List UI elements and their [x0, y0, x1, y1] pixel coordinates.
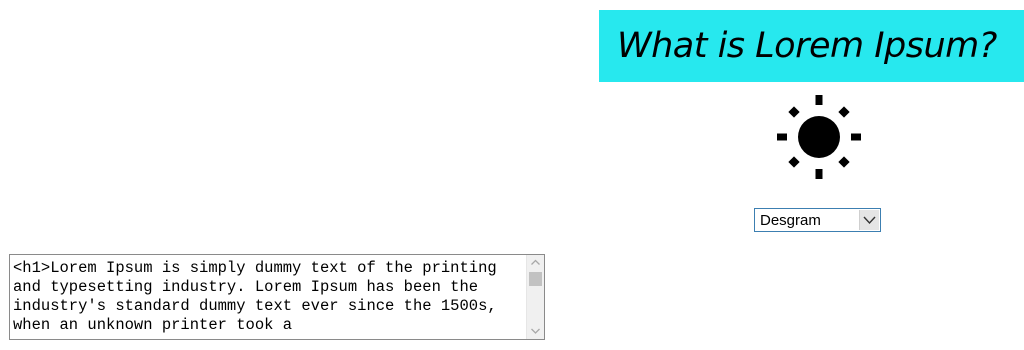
font-select-value: Desgram [760, 212, 821, 229]
chevron-down-icon[interactable] [859, 210, 879, 230]
scroll-up-arrow-icon[interactable] [527, 255, 544, 271]
code-textarea-text: <h1>Lorem Ipsum is simply dummy text of … [13, 259, 506, 334]
font-select[interactable]: Desgram [754, 208, 881, 232]
code-textarea[interactable]: <h1>Lorem Ipsum is simply dummy text of … [9, 254, 545, 340]
heading-banner: What is Lorem Ipsum? [599, 10, 1024, 82]
scroll-down-arrow-icon[interactable] [527, 323, 544, 339]
page-heading: What is Lorem Ipsum? [617, 26, 997, 66]
scrollbar-thumb[interactable] [529, 272, 542, 286]
vertical-scrollbar[interactable] [526, 255, 544, 339]
sun-icon [775, 93, 863, 181]
